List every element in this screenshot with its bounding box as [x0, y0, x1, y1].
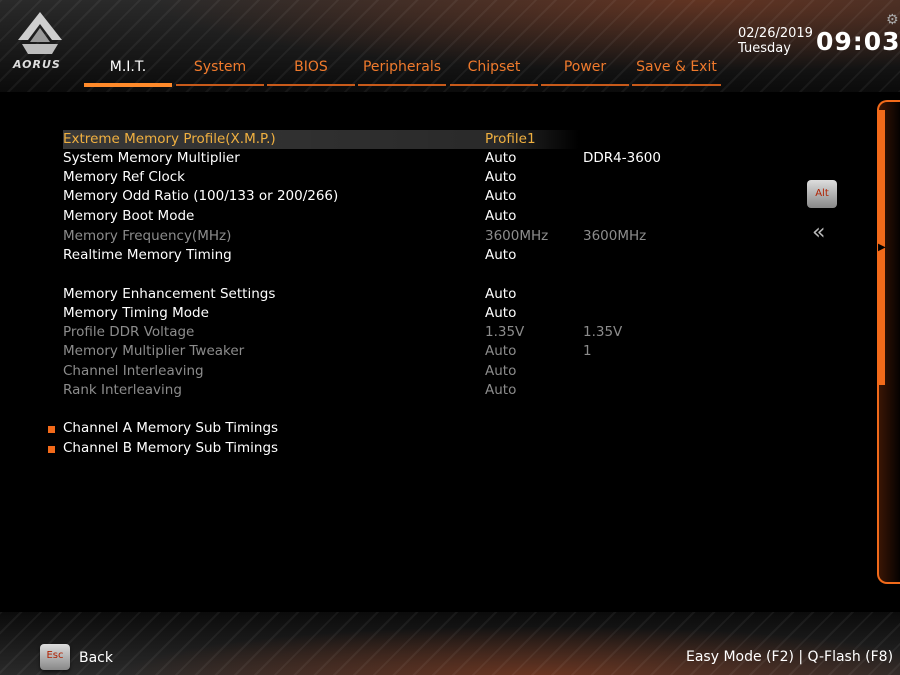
setting-row-channel-interleaving: Channel Interleaving Auto — [63, 362, 663, 381]
setting-row-xmp[interactable]: Extreme Memory Profile(X.M.P.) Profile1 — [63, 130, 579, 149]
setting-label: Profile DDR Voltage — [63, 324, 195, 340]
tab-power[interactable]: Power — [541, 58, 629, 88]
setting-label: Rank Interleaving — [63, 382, 182, 398]
day-text: Tuesday — [738, 41, 791, 56]
setting-row-memory-multiplier[interactable]: System Memory Multiplier Auto DDR4-3600 — [63, 149, 663, 168]
date-display: 02/26/2019 Tuesday — [738, 26, 813, 56]
setting-label: Extreme Memory Profile(X.M.P.) — [63, 131, 276, 147]
setting-value: Auto — [485, 343, 517, 359]
tab-bios[interactable]: BIOS — [267, 58, 355, 88]
alt-key-button[interactable]: Alt — [807, 180, 837, 208]
submenu-bullet-icon — [48, 446, 55, 453]
setting-row-memory-frequency: Memory Frequency(MHz) 3600MHz 3600MHz — [63, 227, 663, 246]
setting-row-boot-mode[interactable]: Memory Boot Mode Auto — [63, 207, 663, 226]
setting-label: Memory Odd Ratio (100/133 or 200/266) — [63, 188, 339, 204]
setting-current: 3600MHz — [583, 228, 647, 244]
submenu-bullet-icon — [48, 426, 55, 433]
setting-label: Channel Interleaving — [63, 363, 204, 379]
setting-label: Memory Ref Clock — [63, 169, 185, 185]
setting-label: Realtime Memory Timing — [63, 247, 232, 263]
setting-row-multiplier-tweaker: Memory Multiplier Tweaker Auto 1 — [63, 342, 663, 361]
gear-icon[interactable]: ⚙ — [886, 12, 899, 28]
tab-chipset[interactable]: Chipset — [450, 58, 538, 88]
submenu-channel-b-sub-timings[interactable]: Channel B Memory Sub Timings — [48, 439, 663, 458]
tab-system[interactable]: System — [176, 58, 264, 88]
setting-value: Auto — [485, 363, 517, 379]
setting-value[interactable]: Auto — [485, 187, 516, 206]
tab-mit[interactable]: M.I.T. — [84, 58, 172, 88]
setting-value[interactable]: Auto — [485, 285, 516, 304]
brand-wordmark: AORUS — [13, 58, 61, 71]
setting-value[interactable]: Auto — [485, 149, 516, 168]
setting-value: 1.35V — [485, 324, 525, 340]
submenu-label: Channel B Memory Sub Timings — [63, 440, 279, 456]
setting-row-rank-interleaving: Rank Interleaving Auto — [63, 381, 663, 400]
date-text: 02/26/2019 — [738, 26, 813, 41]
setting-row-enhancement[interactable]: Memory Enhancement Settings Auto — [63, 285, 663, 304]
setting-row-odd-ratio[interactable]: Memory Odd Ratio (100/133 or 200/266) Au… — [63, 187, 663, 206]
setting-value[interactable]: Auto — [485, 207, 516, 226]
time-display: 09:03 — [816, 27, 900, 56]
setting-value: Auto — [485, 382, 517, 398]
expand-arrow-icon[interactable]: ▶ — [878, 242, 886, 253]
setting-label: Memory Frequency(MHz) — [63, 228, 232, 244]
tab-peripherals[interactable]: Peripherals — [358, 58, 446, 88]
collapse-double-chevron-icon[interactable]: « — [812, 220, 826, 245]
setting-label: Memory Timing Mode — [63, 305, 209, 321]
setting-row-realtime-timing[interactable]: Realtime Memory Timing Auto — [63, 246, 663, 265]
esc-key-button[interactable]: Esc — [40, 644, 70, 670]
submenu-channel-a-sub-timings[interactable]: Channel A Memory Sub Timings — [48, 419, 663, 438]
setting-row-timing-mode[interactable]: Memory Timing Mode Auto — [63, 304, 663, 323]
tab-save-exit[interactable]: Save & Exit — [632, 58, 721, 88]
setting-row-ref-clock[interactable]: Memory Ref Clock Auto — [63, 168, 663, 187]
bottom-footer-bar — [0, 612, 900, 675]
setting-value[interactable]: Auto — [485, 168, 516, 187]
setting-row-ddr-voltage: Profile DDR Voltage 1.35V 1.35V — [63, 323, 663, 342]
setting-label: Memory Boot Mode — [63, 208, 195, 224]
submenu-label: Channel A Memory Sub Timings — [63, 420, 279, 436]
setting-value[interactable]: Profile1 — [485, 130, 536, 149]
setting-current: 1 — [583, 343, 592, 359]
setting-label: System Memory Multiplier — [63, 150, 240, 166]
back-label[interactable]: Back — [79, 650, 113, 666]
setting-value: 3600MHz — [485, 228, 549, 244]
setting-label: Memory Multiplier Tweaker — [63, 343, 245, 359]
setting-current: DDR4-3600 — [583, 150, 661, 166]
setting-current: 1.35V — [583, 324, 623, 340]
setting-value[interactable]: Auto — [485, 304, 516, 323]
setting-label: Memory Enhancement Settings — [63, 286, 276, 302]
setting-value[interactable]: Auto — [485, 246, 516, 265]
mode-shortcuts[interactable]: Easy Mode (F2) | Q-Flash (F8) — [686, 649, 893, 665]
